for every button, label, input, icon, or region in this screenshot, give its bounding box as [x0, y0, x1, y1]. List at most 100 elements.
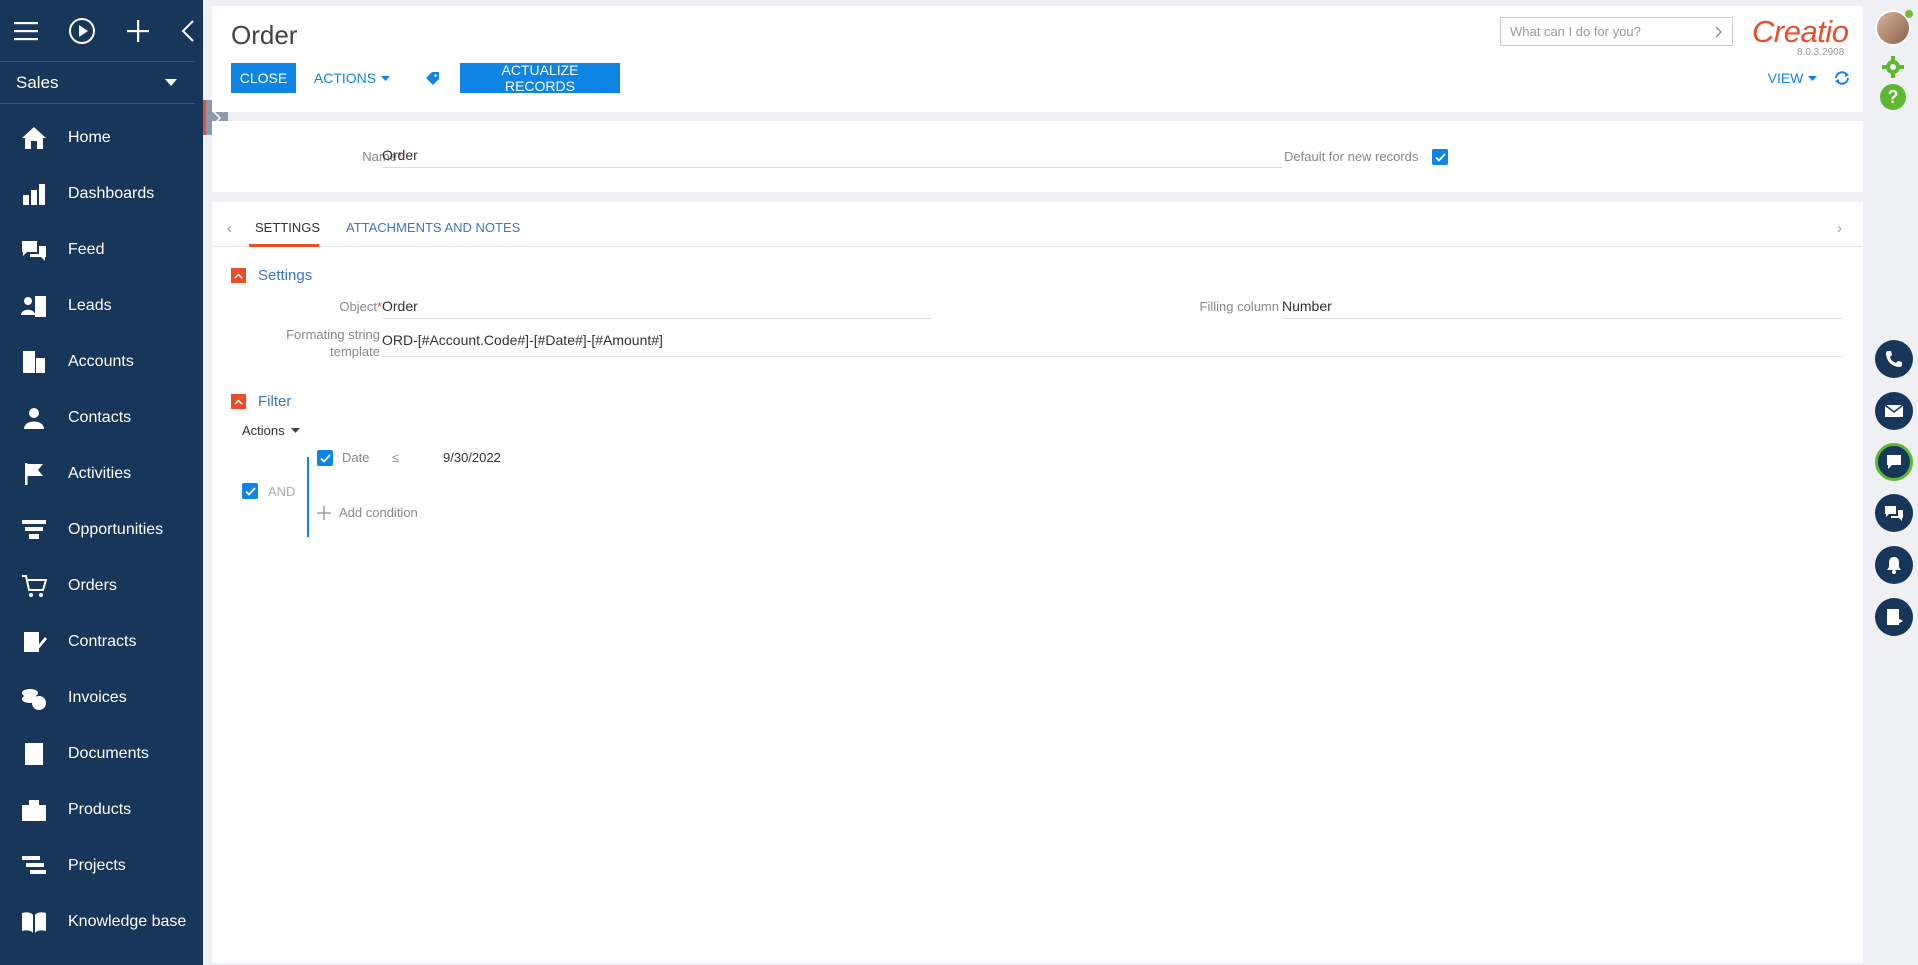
- projects-icon: [20, 852, 48, 880]
- sidebar-item-opportunities[interactable]: Opportunities: [0, 502, 203, 558]
- sidebar-item-leads[interactable]: Leads: [0, 278, 203, 334]
- creatio-logo: Creatio: [1752, 14, 1849, 49]
- sidebar-item-label: Products: [68, 801, 132, 818]
- command-search-input[interactable]: What can I do for you?: [1500, 17, 1733, 46]
- condition-checkbox[interactable]: [317, 450, 333, 466]
- sidebar-item-label: Contracts: [68, 633, 137, 650]
- chevron-down-icon: [165, 79, 177, 86]
- sidebar-item-dashboards[interactable]: Dashboards: [0, 166, 203, 222]
- filter-group-title: Filter: [258, 393, 292, 410]
- dashboards-icon: [20, 180, 48, 208]
- collapse-icon: [231, 394, 246, 409]
- tabs-scroll-left-icon[interactable]: ‹: [227, 220, 232, 237]
- sidebar-item-label: Projects: [68, 857, 126, 874]
- sidebar-item-label: Knowledge base: [68, 913, 187, 930]
- condition-operator[interactable]: ≤: [392, 450, 399, 465]
- tab-attachments-and-notes[interactable]: ATTACHMENTS AND NOTES: [346, 220, 520, 235]
- settings-group-header[interactable]: Settings: [231, 267, 312, 284]
- feed-icon: [20, 236, 48, 264]
- workplace-label: Sales: [16, 72, 59, 92]
- refresh-icon[interactable]: [1830, 63, 1854, 93]
- home-icon: [20, 124, 48, 152]
- sidebar-item-label: Dashboards: [68, 185, 155, 202]
- sidebar-item-products[interactable]: Products: [0, 782, 203, 838]
- group-checkbox[interactable]: [242, 483, 258, 499]
- sidebar-nav: Home Dashboards Feed Leads Accounts Cont…: [0, 110, 203, 950]
- sidebar-item-label: Invoices: [68, 689, 127, 706]
- filter-group-bracket: [307, 457, 309, 537]
- document-icon: [20, 740, 48, 768]
- phone-icon[interactable]: [1875, 340, 1913, 378]
- name-input[interactable]: Order: [382, 147, 1282, 168]
- group-operator[interactable]: AND: [268, 484, 295, 499]
- chevron-down-icon: [290, 428, 300, 433]
- settings-group-title: Settings: [258, 267, 313, 284]
- view-button[interactable]: VIEW: [1765, 63, 1820, 93]
- actions-button[interactable]: ACTIONS: [312, 63, 392, 93]
- cart-icon: [20, 572, 48, 600]
- checkmark-icon: [244, 486, 256, 496]
- tab-settings[interactable]: SETTINGS: [255, 220, 320, 235]
- feed-rail-icon[interactable]: [1875, 494, 1913, 532]
- email-icon[interactable]: [1875, 392, 1913, 430]
- object-lookup[interactable]: Order: [382, 298, 932, 319]
- collapse-sidebar-icon[interactable]: [180, 17, 195, 45]
- record-details-panel: ‹ SETTINGS ATTACHMENTS AND NOTES › Setti…: [212, 202, 1863, 963]
- tabs-scroll-right-icon[interactable]: ›: [1837, 220, 1842, 237]
- add-icon[interactable]: [126, 17, 150, 45]
- condition-field[interactable]: Date: [342, 450, 369, 465]
- sidebar-item-label: Feed: [68, 241, 105, 258]
- workplace-selector[interactable]: Sales: [0, 62, 195, 104]
- sidebar-item-label: Activities: [68, 465, 132, 482]
- filter-group-header[interactable]: Filter: [231, 393, 291, 410]
- sidebar-item-label: Orders: [68, 577, 117, 594]
- play-icon[interactable]: [68, 17, 96, 45]
- collapse-icon: [231, 268, 246, 283]
- sidebar-item-invoices[interactable]: Invoices: [0, 670, 203, 726]
- chevron-down-icon: [1808, 75, 1818, 81]
- add-condition-button[interactable]: Add condition: [317, 505, 418, 520]
- tag-icon[interactable]: [420, 63, 444, 93]
- products-icon: [20, 796, 48, 824]
- sidebar-item-home[interactable]: Home: [0, 110, 203, 166]
- template-field-label: Formating string template: [286, 327, 380, 359]
- sidebar-item-documents[interactable]: Documents: [0, 726, 203, 782]
- filter-actions-menu[interactable]: Actions: [242, 423, 300, 438]
- chat-icon[interactable]: [1875, 443, 1913, 481]
- default-for-new-records-label: Default for new records: [1284, 149, 1419, 164]
- chevron-down-icon: [381, 75, 391, 81]
- book-icon: [20, 908, 48, 936]
- sidebar-item-knowledge-base[interactable]: Knowledge base: [0, 894, 203, 950]
- filling-column-lookup[interactable]: Number: [1282, 298, 1842, 319]
- object-field-label: Object*: [339, 299, 382, 314]
- default-for-new-records-checkbox[interactable]: [1432, 149, 1448, 165]
- page-title: Order: [231, 20, 298, 50]
- sidebar-item-projects[interactable]: Projects: [0, 838, 203, 894]
- checkmark-icon: [1434, 152, 1446, 162]
- invoice-icon: [20, 684, 48, 712]
- bell-icon[interactable]: [1875, 546, 1913, 584]
- menu-icon[interactable]: [14, 17, 38, 45]
- sidebar-item-label: Opportunities: [68, 521, 164, 538]
- flag-icon: [20, 460, 48, 488]
- filter-actions-label: Actions: [242, 423, 285, 438]
- actualize-records-button[interactable]: ACTUALIZE RECORDS: [460, 62, 620, 94]
- filling-column-label: Filling column: [1199, 299, 1279, 314]
- version-text: 8.0.3.2908: [1797, 47, 1845, 58]
- sidebar-item-contacts[interactable]: Contacts: [0, 390, 203, 446]
- condition-value[interactable]: 9/30/2022: [443, 450, 501, 465]
- close-button[interactable]: CLOSE: [231, 63, 296, 93]
- sidebar-item-orders[interactable]: Orders: [0, 558, 203, 614]
- gear-icon[interactable]: [1880, 54, 1906, 80]
- sidebar-item-contracts[interactable]: Contracts: [0, 614, 203, 670]
- funnel-icon: [20, 516, 48, 544]
- sidebar-item-feed[interactable]: Feed: [0, 222, 203, 278]
- accounts-icon: [20, 348, 48, 376]
- template-input[interactable]: ORD-[#Account.Code#]-[#Date#]-[#Amount#]: [382, 332, 1842, 357]
- sidebar-item-accounts[interactable]: Accounts: [0, 334, 203, 390]
- process-icon[interactable]: [1875, 598, 1913, 636]
- sidebar-item-activities[interactable]: Activities: [0, 446, 203, 502]
- actions-label: ACTIONS: [313, 70, 377, 86]
- sidebar-item-label: Leads: [68, 297, 112, 314]
- help-icon[interactable]: ?: [1880, 84, 1906, 110]
